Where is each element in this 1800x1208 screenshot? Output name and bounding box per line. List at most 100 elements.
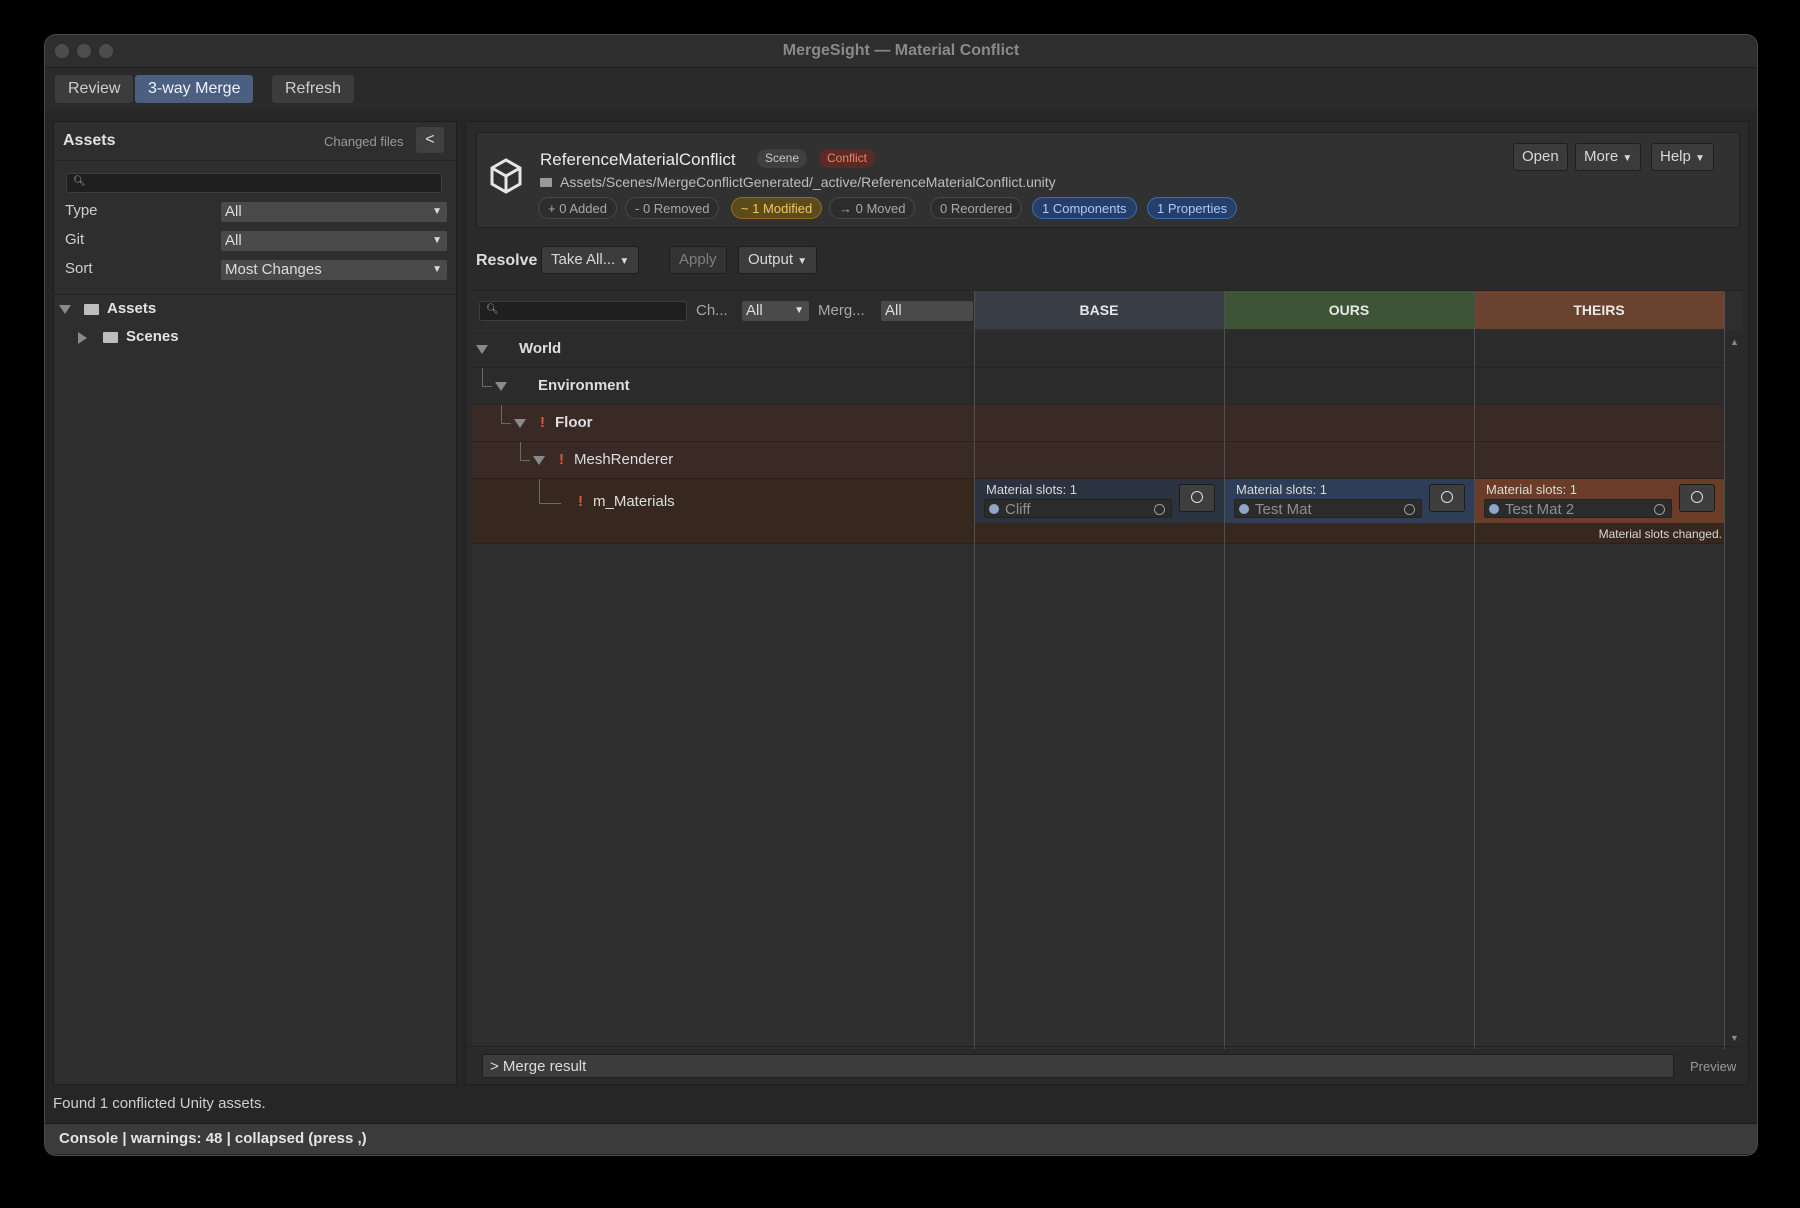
theirs-material-field[interactable]: Test Mat 2 bbox=[1484, 499, 1672, 518]
sort-dropdown[interactable]: Most Changes ▼ bbox=[221, 260, 447, 280]
app-window: MergeSight — Material Conflict Review 3-… bbox=[44, 34, 1758, 1156]
material-icon bbox=[1489, 504, 1499, 514]
output-label: Output bbox=[748, 251, 794, 268]
base-material-field[interactable]: Cliff bbox=[984, 499, 1172, 518]
assets-search-input[interactable]: 🔍︎ bbox=[66, 173, 442, 193]
conflict-icon: ! bbox=[578, 493, 583, 510]
scroll-down-icon[interactable]: ▼ bbox=[1730, 1033, 1739, 1043]
row-label-text: MeshRenderer bbox=[574, 451, 674, 468]
target-picker-icon[interactable] bbox=[1154, 504, 1165, 515]
scene-badge: Scene bbox=[757, 149, 808, 168]
tree-row-m-materials[interactable]: ! m_Materials Material slots: 1 Cliff Mat… bbox=[472, 479, 1724, 544]
tree-guide-line bbox=[520, 442, 521, 460]
help-label: Help bbox=[1660, 148, 1691, 165]
target-picker-icon[interactable] bbox=[1404, 504, 1415, 515]
tab-3-way-merge[interactable]: 3-way Merge bbox=[135, 75, 254, 103]
changed-files-label: Changed files bbox=[324, 134, 404, 149]
radio-circle-icon bbox=[1191, 491, 1203, 503]
conflict-badge: Conflict bbox=[819, 149, 876, 168]
conflict-icon: ! bbox=[540, 414, 545, 431]
ours-cell: Material slots: 1 Test Mat bbox=[1224, 479, 1474, 523]
merge-filter-dropdown[interactable]: All bbox=[881, 301, 973, 321]
change-filter-label: Ch... bbox=[696, 302, 728, 319]
merge-panel: ReferenceMaterialConflict Scene Conflict… bbox=[465, 121, 1749, 1085]
tree-guide-line bbox=[520, 460, 530, 461]
material-value: Cliff bbox=[1005, 501, 1031, 518]
column-header-base: BASE bbox=[974, 291, 1224, 329]
expand-icon[interactable] bbox=[495, 382, 507, 391]
assets-panel-title: Assets bbox=[63, 132, 116, 149]
scroll-up-icon[interactable]: ▲ bbox=[1730, 337, 1739, 347]
change-filter-dropdown[interactable]: All ▼ bbox=[742, 301, 809, 321]
row-label: World bbox=[519, 340, 562, 357]
tree-row-floor[interactable]: ! Floor bbox=[472, 405, 1724, 442]
toolbar: Review 3-way Merge Refresh bbox=[45, 68, 1757, 110]
grid-search-input[interactable]: 🔍︎ bbox=[479, 301, 687, 321]
row-label-text: Floor bbox=[555, 414, 593, 431]
type-filter-label: Type bbox=[65, 202, 98, 219]
reordered-count-pill[interactable]: 0 Reordered bbox=[930, 197, 1023, 219]
divider bbox=[54, 294, 456, 295]
git-filter-dropdown[interactable]: All ▼ bbox=[221, 231, 447, 251]
tree-guide-line bbox=[501, 405, 502, 423]
caret-down-icon: ▼ bbox=[797, 256, 808, 267]
conflict-icon: ! bbox=[559, 451, 564, 468]
removed-count-pill[interactable]: - 0 Removed bbox=[625, 197, 720, 219]
tree-row-world[interactable]: World bbox=[472, 331, 1724, 368]
collapse-panel-button[interactable]: < bbox=[416, 127, 444, 153]
assets-panel-header: Assets Changed files < bbox=[54, 122, 456, 161]
folder-icon bbox=[84, 304, 99, 315]
theirs-cell: Material slots: 1 Test Mat 2 bbox=[1474, 479, 1724, 523]
tree-guide-line bbox=[539, 479, 540, 503]
column-header-ours: OURS bbox=[1224, 291, 1474, 329]
row-label: ! Floor bbox=[540, 414, 593, 431]
type-filter-dropdown[interactable]: All ▼ bbox=[221, 202, 447, 222]
take-theirs-button[interactable] bbox=[1679, 484, 1715, 512]
tree-row-environment[interactable]: Environment bbox=[472, 368, 1724, 405]
preview-label[interactable]: Preview bbox=[1690, 1059, 1736, 1074]
components-count-pill[interactable]: 1 Components bbox=[1032, 197, 1137, 219]
expand-icon[interactable] bbox=[514, 419, 526, 428]
tree-row-meshrenderer[interactable]: ! MeshRenderer bbox=[472, 442, 1724, 479]
target-picker-icon[interactable] bbox=[1654, 504, 1665, 515]
console-bar[interactable]: Console | warnings: 48 | collapsed (pres… bbox=[45, 1123, 1757, 1154]
take-ours-button[interactable] bbox=[1429, 484, 1465, 512]
expand-icon[interactable] bbox=[533, 456, 545, 465]
output-button[interactable]: Output ▼ bbox=[738, 246, 818, 274]
properties-count-pill[interactable]: 1 Properties bbox=[1147, 197, 1238, 219]
status-message: Found 1 conflicted Unity assets. bbox=[53, 1095, 266, 1112]
ours-material-field[interactable]: Test Mat bbox=[1234, 499, 1422, 518]
tab-review[interactable]: Review bbox=[55, 75, 134, 103]
take-base-button[interactable] bbox=[1179, 484, 1215, 512]
more-menu-button[interactable]: More ▼ bbox=[1575, 143, 1642, 171]
console-summary: Console | warnings: 48 | collapsed (pres… bbox=[59, 1130, 367, 1147]
caret-down-icon: ▼ bbox=[1695, 153, 1705, 164]
expand-icon[interactable] bbox=[59, 305, 71, 314]
radio-circle-icon bbox=[1441, 491, 1453, 503]
help-menu-button[interactable]: Help ▼ bbox=[1651, 143, 1714, 171]
folder-icon bbox=[540, 177, 552, 187]
expand-icon[interactable] bbox=[476, 345, 488, 354]
folder-icon bbox=[103, 332, 118, 343]
collapsed-arrow-icon[interactable] bbox=[78, 332, 87, 344]
material-value: Test Mat 2 bbox=[1505, 501, 1575, 518]
tree-item-label: Scenes bbox=[126, 328, 179, 345]
column-divider bbox=[1474, 291, 1475, 1049]
open-button[interactable]: Open bbox=[1513, 143, 1568, 171]
apply-button[interactable]: Apply bbox=[669, 246, 727, 274]
added-count-pill[interactable]: + 0 Added bbox=[538, 197, 617, 219]
merge-result-toggle[interactable]: > Merge result bbox=[482, 1054, 1674, 1078]
refresh-button[interactable]: Refresh bbox=[272, 75, 355, 103]
tree-guide-line bbox=[482, 368, 483, 386]
asset-path-row: Assets/Scenes/MergeConflictGenerated/_ac… bbox=[540, 174, 1056, 190]
caret-down-icon: ▼ bbox=[1622, 153, 1633, 164]
moved-count-pill[interactable]: → 0 Moved bbox=[829, 197, 916, 219]
take-all-button[interactable]: Take All... ▼ bbox=[541, 246, 640, 274]
tree-guide-line bbox=[501, 423, 511, 424]
unity-logo-icon bbox=[490, 158, 522, 194]
asset-name: ReferenceMaterialConflict bbox=[540, 150, 736, 169]
change-note: Material slots changed. bbox=[1598, 527, 1722, 541]
asset-header-card: ReferenceMaterialConflict Scene Conflict… bbox=[476, 132, 1740, 228]
modified-count-pill[interactable]: ~ 1 Modified bbox=[731, 197, 823, 219]
vertical-scrollbar[interactable]: ▲ ▼ bbox=[1725, 331, 1742, 1049]
